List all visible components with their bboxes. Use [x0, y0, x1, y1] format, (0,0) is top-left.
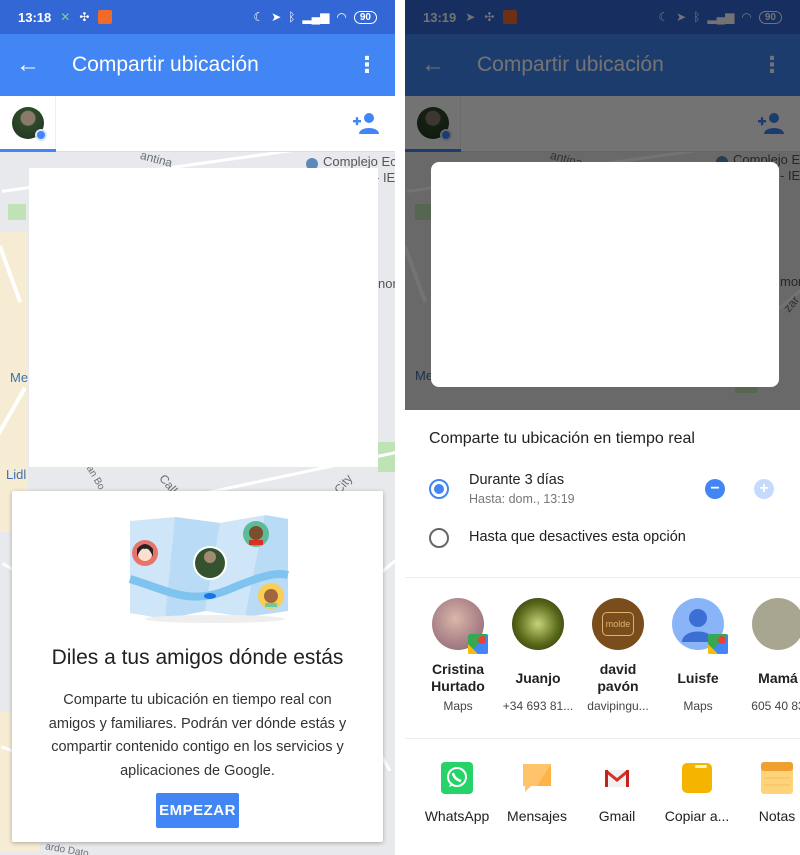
contact-avatar: [672, 598, 728, 654]
battery-indicator: 90: [353, 10, 377, 24]
option-until-off-label: Hasta que desactives esta opción: [469, 529, 686, 545]
status-time: 13:18: [18, 9, 52, 25]
messages-icon: [521, 762, 553, 794]
left-screen: antina Complejo Ec - IE nor Me Lidl uan …: [0, 0, 395, 855]
share-app-copy-to[interactable]: Copiar a...: [657, 762, 737, 824]
radio-duration[interactable]: [429, 479, 449, 499]
copy-to-icon: [681, 762, 713, 794]
maps-badge-icon: [708, 634, 728, 654]
contact-name: david pavón: [597, 661, 639, 694]
tab-me[interactable]: [0, 96, 56, 152]
card-title: Diles a tus amigos dónde estás: [51, 646, 344, 669]
decrease-duration-button[interactable]: −: [705, 479, 725, 499]
share-apps-row: WhatsApp Mensajes Gmail Copiar a... Nota…: [405, 762, 800, 842]
gmail-icon: [601, 762, 633, 794]
contact-source: +34 693 81...: [502, 699, 574, 713]
share-app-gmail[interactable]: Gmail: [577, 762, 657, 824]
bluetooth-icon: ᛒ: [288, 10, 296, 24]
contact-avatar: [432, 598, 488, 654]
map-label: ardo Dato: [44, 841, 90, 855]
share-app-whatsapp[interactable]: WhatsApp: [417, 762, 497, 824]
people-tabs: [0, 96, 395, 152]
contact-item[interactable]: Mamá 605 40 83: [738, 598, 800, 713]
contact-item[interactable]: molde david pavón davipingu...: [578, 598, 658, 713]
option-duration-until: Hasta: dom., 13:19: [469, 492, 575, 506]
option-duration-label: Durante 3 días: [469, 472, 565, 488]
contact-source: davipingu...: [587, 699, 649, 713]
contact-item[interactable]: Cristina Hurtado Maps: [418, 598, 498, 713]
add-person-icon[interactable]: [353, 112, 379, 134]
app-label: WhatsApp: [424, 808, 490, 824]
sheet-title: Comparte tu ubicación en tiempo real: [429, 430, 695, 447]
contact-avatar: [752, 598, 800, 650]
start-button[interactable]: EMPEZAR: [156, 793, 239, 828]
map-label: nor: [378, 276, 395, 291]
increase-duration-button[interactable]: +: [754, 479, 774, 499]
contact-name: Mamá: [758, 669, 798, 686]
onboarding-card: Diles a tus amigos dónde estás Comparte …: [12, 491, 383, 842]
more-vert-icon[interactable]: ⋮: [339, 52, 395, 78]
card-description: Comparte tu ubicación en tiempo real con…: [48, 692, 347, 779]
radio-until-off[interactable]: [429, 528, 449, 548]
map-overlay-blank: [29, 168, 378, 467]
avatar-text: molde: [601, 612, 635, 636]
share-app-messages[interactable]: Mensajes: [497, 762, 577, 824]
page-title: Compartir ubicación: [72, 53, 259, 76]
signal-icon: ▂▄▆: [302, 10, 330, 24]
contact-name: Cristina Hurtado: [431, 661, 485, 694]
map-label: - IE: [375, 170, 395, 185]
app-label: Gmail: [598, 808, 636, 824]
contact-avatar: [512, 598, 564, 650]
contact-source: Maps: [443, 699, 473, 713]
location-arrow-icon: ➤: [271, 10, 282, 24]
contact-item[interactable]: Juanjo +34 693 81...: [498, 598, 578, 713]
contact-name: Luisfe: [677, 669, 719, 686]
app-label: Copiar a...: [664, 808, 730, 824]
share-app-notes[interactable]: Notas: [737, 762, 800, 824]
location-dot-icon: [35, 129, 47, 141]
maps-badge-icon: [468, 634, 488, 654]
notes-icon: [761, 762, 793, 794]
contact-name: Juanjo: [515, 669, 561, 686]
divider: [405, 738, 800, 739]
whatsapp-icon: [441, 762, 473, 794]
screenshot-pair: antina Complejo Ec - IE nor Me Lidl uan …: [0, 0, 800, 855]
dialog-blank-area: [431, 162, 779, 387]
avatar: [12, 107, 47, 141]
map-label: Lidl: [6, 467, 27, 482]
right-screen: antina Complejo Ec - IE mor zar Me 13:19…: [405, 0, 800, 855]
contact-item[interactable]: Luisfe Maps: [658, 598, 738, 713]
pinwheel-icon: ✣: [79, 10, 90, 24]
app-notification-icon: [98, 10, 113, 24]
arrow-back-icon[interactable]: ←: [0, 51, 56, 79]
app-bar: ← Compartir ubicación ⋮: [0, 34, 395, 96]
contact-avatar: molde: [592, 598, 644, 650]
tab-indicator: [0, 149, 56, 152]
moon-icon: ☾: [253, 10, 265, 24]
contacts-row: Cristina Hurtado Maps Juanjo +34 693 81.…: [405, 598, 800, 738]
maps-icon: ✕: [60, 10, 71, 24]
status-bar: 13:18 ✕ ✣ ☾ ➤ ᛒ ▂▄▆ ◠ 90: [0, 0, 395, 34]
share-bottom-sheet: Comparte tu ubicación en tiempo real Dur…: [405, 410, 800, 855]
contact-source: 605 40 83: [751, 699, 800, 713]
divider: [405, 577, 800, 578]
wifi-icon: ◠: [336, 10, 347, 24]
map-label: Me: [10, 370, 29, 385]
share-location-illustration: [128, 515, 289, 623]
app-label: Notas: [758, 808, 796, 824]
map-label: Complejo Ec: [323, 154, 395, 169]
app-label: Mensajes: [507, 808, 567, 824]
contact-source: Maps: [683, 699, 713, 713]
